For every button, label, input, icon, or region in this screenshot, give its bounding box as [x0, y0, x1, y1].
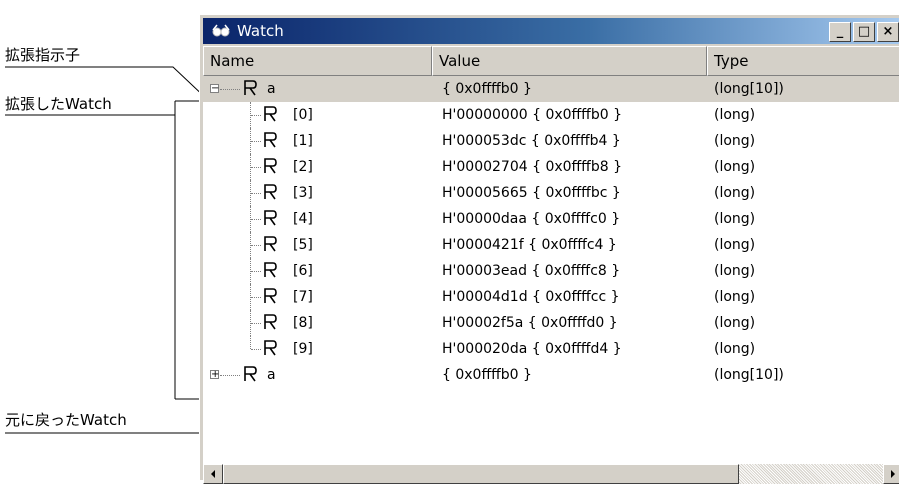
row-value: H'0000421f { 0x0ffffc4 }	[442, 237, 617, 253]
column-header-name[interactable]: Name	[203, 46, 432, 76]
row-name: [7]	[293, 289, 313, 305]
row-type: (long)	[714, 289, 756, 305]
row-value: H'00002f5a { 0x0ffffd0 }	[442, 315, 618, 331]
row-type: (long)	[714, 341, 756, 357]
column-header-value[interactable]: Value	[432, 46, 707, 76]
watch-eyeglasses-icon	[212, 24, 230, 37]
watch-window: Watch _ □ × Name Value Type − a { 0x0ffffb…	[199, 14, 899, 484]
tree-line	[251, 219, 261, 220]
tree-line	[251, 271, 261, 272]
row-value: H'00003ead { 0x0ffffc8 }	[442, 263, 621, 279]
row-value: H'000020da { 0x0ffffd4 }	[442, 341, 622, 357]
row-type: (long)	[714, 237, 756, 253]
table-row[interactable]: [3] H'00005665 { 0x0ffffbc } (long)	[203, 180, 899, 206]
row-value: H'00002704 { 0x0ffffb8 }	[442, 159, 622, 175]
tree-line	[251, 167, 261, 168]
table-row[interactable]: − a { 0x0ffffb0 } (long[10])	[203, 76, 899, 102]
arrow-right-icon	[891, 470, 895, 478]
table-row[interactable]: [1] H'000053dc { 0x0ffffb4 } (long)	[203, 128, 899, 154]
expand-plus-icon[interactable]: +	[210, 370, 219, 380]
row-name: [6]	[293, 263, 313, 279]
window-title: Watch	[237, 22, 284, 40]
tree-line	[251, 323, 261, 324]
row-name: [2]	[293, 159, 313, 175]
minimize-button[interactable]: _	[829, 22, 851, 42]
register-icon	[263, 210, 277, 226]
register-icon	[263, 132, 277, 148]
scroll-left-button[interactable]	[203, 464, 223, 484]
table-row[interactable]: [2] H'00002704 { 0x0ffffb8 } (long)	[203, 154, 899, 180]
column-header-type[interactable]: Type	[707, 46, 899, 76]
table-row[interactable]: [5] H'0000421f { 0x0ffffc4 } (long)	[203, 232, 899, 258]
row-type: (long)	[714, 107, 756, 123]
tree-line	[251, 349, 261, 350]
row-type: (long[10])	[714, 367, 784, 383]
register-icon	[263, 340, 277, 356]
tree-line	[251, 297, 261, 298]
register-icon	[263, 262, 277, 278]
row-type: (long)	[714, 159, 756, 175]
maximize-button[interactable]: □	[853, 22, 875, 42]
register-icon	[263, 314, 277, 330]
tree-line	[251, 245, 261, 246]
register-icon	[263, 288, 277, 304]
scroll-right-button[interactable]	[883, 464, 899, 484]
tree-line	[251, 193, 261, 194]
register-icon	[263, 184, 277, 200]
register-icon	[243, 366, 257, 382]
watch-list[interactable]: − a { 0x0ffffb0 } (long[10]) [0] H'00000000 {…	[203, 76, 899, 464]
row-value: H'000053dc { 0x0ffffb4 }	[442, 133, 621, 149]
row-name: [8]	[293, 315, 313, 331]
register-icon	[243, 80, 257, 96]
close-button[interactable]: ×	[877, 22, 899, 42]
row-value: H'00005665 { 0x0ffffbc }	[442, 185, 621, 201]
annotation-expanded-watch: 拡張したWatch	[5, 95, 112, 113]
row-type: (long)	[714, 133, 756, 149]
register-icon	[263, 158, 277, 174]
table-row[interactable]: [0] H'00000000 { 0x0ffffb0 } (long)	[203, 102, 899, 128]
register-icon	[263, 106, 277, 122]
table-row[interactable]: [9] H'000020da { 0x0ffffd4 } (long)	[203, 336, 899, 362]
row-type: (long[10])	[714, 81, 784, 97]
annotation-restored-watch: 元に戻ったWatch	[5, 411, 127, 429]
horizontal-scrollbar[interactable]	[203, 464, 899, 484]
row-type: (long)	[714, 263, 756, 279]
register-icon	[263, 236, 277, 252]
scroll-thumb[interactable]	[223, 464, 739, 484]
tree-line	[250, 336, 251, 349]
row-name: a	[267, 81, 276, 97]
row-value: { 0x0ffffb0 }	[442, 81, 532, 97]
column-header: Name Value Type	[203, 46, 899, 76]
row-name: [1]	[293, 133, 313, 149]
tree-line	[251, 141, 261, 142]
row-name: [5]	[293, 237, 313, 253]
table-row[interactable]: [8] H'00002f5a { 0x0ffffd0 } (long)	[203, 310, 899, 336]
collapse-minus-icon[interactable]: −	[210, 84, 219, 94]
row-name: [0]	[293, 107, 313, 123]
row-name: a	[267, 367, 276, 383]
tree-line	[220, 89, 240, 90]
row-value: H'00000000 { 0x0ffffb0 }	[442, 107, 622, 123]
tree-line	[220, 375, 240, 376]
title-bar[interactable]: Watch _ □ ×	[203, 18, 899, 44]
row-type: (long)	[714, 315, 756, 331]
row-type: (long)	[714, 185, 756, 201]
row-name: [4]	[293, 211, 313, 227]
arrow-left-icon	[211, 470, 215, 478]
table-row[interactable]: + a { 0x0ffffb0 } (long[10])	[203, 362, 899, 388]
row-value: H'00004d1d { 0x0ffffcc }	[442, 289, 620, 305]
annotation-expand-indicator: 拡張指示子	[5, 46, 81, 64]
row-name: [3]	[293, 185, 313, 201]
row-type: (long)	[714, 211, 756, 227]
row-value: { 0x0ffffb0 }	[442, 367, 532, 383]
table-row[interactable]: [4] H'00000daa { 0x0ffffc0 } (long)	[203, 206, 899, 232]
tree-line	[251, 115, 261, 116]
row-name: [9]	[293, 341, 313, 357]
table-row[interactable]: [7] H'00004d1d { 0x0ffffcc } (long)	[203, 284, 899, 310]
row-value: H'00000daa { 0x0ffffc0 }	[442, 211, 621, 227]
table-row[interactable]: [6] H'00003ead { 0x0ffffc8 } (long)	[203, 258, 899, 284]
